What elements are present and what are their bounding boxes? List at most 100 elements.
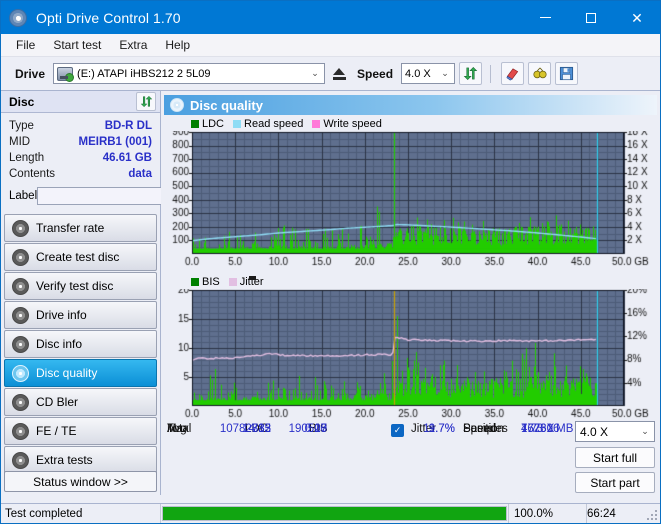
sidebar-item-disc-info[interactable]: Disc info bbox=[4, 330, 157, 358]
sidebar-nav: Transfer rate Create test disc Verify te… bbox=[1, 214, 160, 474]
close-icon: ✕ bbox=[631, 9, 643, 26]
options-button[interactable] bbox=[528, 62, 552, 85]
legend-item-jitter: Jitter bbox=[228, 276, 264, 288]
legend-swatch bbox=[312, 120, 321, 128]
menu-item-start-test[interactable]: Start test bbox=[44, 36, 110, 54]
sidebar-item-cd-bler[interactable]: CD Bler bbox=[4, 388, 157, 416]
close-button[interactable]: ✕ bbox=[614, 1, 660, 34]
drive-label: Drive bbox=[15, 66, 46, 81]
drive-select-value: (E:) ATAPI iHBS212 2 5L09 bbox=[77, 67, 211, 80]
sidebar-item-label: Create test disc bbox=[36, 250, 120, 264]
main-area: Disc Type BD-R DL MID MEIRB1 (001) Lengt… bbox=[1, 91, 660, 495]
progress-bar bbox=[162, 506, 507, 521]
ldc-chart-legend: LDC Read speed Write speed bbox=[165, 117, 656, 131]
progress-percent: 100.0% bbox=[508, 504, 586, 523]
chevron-down-icon: ⌄ bbox=[441, 68, 449, 78]
disc-row-value: BD-R DL bbox=[104, 120, 152, 132]
sidebar: Disc Type BD-R DL MID MEIRB1 (001) Lengt… bbox=[1, 91, 210, 495]
sidebar-item-drive-info[interactable]: Drive info bbox=[4, 301, 157, 329]
window-title: Opti Drive Control 1.70 bbox=[36, 9, 181, 26]
ldc-plot-canvas[interactable] bbox=[165, 131, 654, 269]
sidebar-item-transfer-rate[interactable]: Transfer rate bbox=[4, 214, 157, 242]
legend-swatch bbox=[228, 278, 237, 286]
sidebar-item-label: Disc info bbox=[36, 337, 83, 351]
eject-button[interactable] bbox=[329, 63, 349, 85]
bis-chart-legend: BIS Jitter bbox=[165, 275, 656, 289]
speed-select[interactable]: 4.0 X ⌄ bbox=[401, 63, 456, 84]
sidebar-item-disc-quality[interactable]: Disc quality bbox=[4, 359, 157, 387]
save-button[interactable] bbox=[555, 62, 579, 85]
disc-icon bbox=[12, 364, 29, 382]
menu-bar: File Start test Extra Help bbox=[1, 34, 660, 57]
disc-panel-header: Disc bbox=[1, 91, 160, 113]
disc-icon bbox=[12, 451, 29, 469]
sidebar-item-label: FE / TE bbox=[36, 424, 77, 438]
menu-item-file[interactable]: File bbox=[7, 36, 44, 54]
disc-row-key: Length bbox=[9, 152, 45, 164]
application-window: Opti Drive Control 1.70 ✕ File Start tes… bbox=[0, 0, 661, 524]
refresh-button[interactable] bbox=[459, 62, 483, 85]
stats-jitter-max: 11.7% bbox=[423, 423, 455, 435]
legend-swatch bbox=[233, 120, 242, 128]
sidebar-item-label: Disc quality bbox=[36, 366, 98, 380]
sidebar-item-fe-te[interactable]: FE / TE bbox=[4, 417, 157, 445]
disc-row-length: Length 46.61 GB bbox=[9, 150, 152, 166]
toolbar: Drive (E:) ATAPI iHBS212 2 5L09 ⌄ Speed … bbox=[1, 57, 660, 91]
chevron-down-icon: ⌄ bbox=[311, 68, 319, 78]
bis-jitter-chart: BIS Jitter bbox=[165, 275, 656, 421]
stats-bis-total: 190500 bbox=[288, 423, 327, 435]
stats-row-label-total: Total bbox=[167, 423, 192, 435]
drive-select[interactable]: (E:) ATAPI iHBS212 2 5L09 ⌄ bbox=[53, 63, 326, 84]
content-header: Disc quality bbox=[164, 95, 657, 115]
sidebar-item-label: CD Bler bbox=[36, 395, 79, 409]
maximize-icon bbox=[586, 12, 596, 23]
legend-label: Read speed bbox=[244, 118, 304, 130]
sidebar-item-create-test-disc[interactable]: Create test disc bbox=[4, 243, 157, 271]
disc-row-mid: MID MEIRB1 (001) bbox=[9, 134, 152, 150]
window-controls: ✕ bbox=[522, 1, 660, 34]
legend-label: BIS bbox=[202, 276, 220, 288]
start-full-button[interactable]: Start full bbox=[575, 447, 655, 468]
sidebar-item-extra-tests[interactable]: Extra tests bbox=[4, 446, 157, 474]
disc-icon bbox=[12, 248, 29, 266]
ldc-plot[interactable] bbox=[165, 131, 656, 269]
eraser-icon bbox=[506, 68, 518, 81]
minimize-button[interactable] bbox=[522, 1, 568, 34]
legend-label: Write speed bbox=[323, 118, 382, 130]
speed-label: Speed bbox=[357, 66, 394, 81]
status-window-button[interactable]: Status window >> bbox=[4, 471, 157, 492]
clear-button[interactable] bbox=[501, 62, 525, 85]
legend-label: LDC bbox=[202, 118, 225, 130]
progress-bar-fill bbox=[163, 507, 506, 520]
disc-row-value: MEIRB1 (001) bbox=[78, 136, 153, 148]
legend-item-write-speed: Write speed bbox=[312, 118, 382, 130]
speed-select-value: 4.0 X bbox=[405, 67, 431, 80]
menu-item-extra[interactable]: Extra bbox=[110, 36, 156, 54]
legend-swatch bbox=[191, 120, 199, 128]
sidebar-item-label: Drive info bbox=[36, 308, 87, 322]
maximize-button[interactable] bbox=[568, 1, 614, 34]
disc-icon bbox=[12, 335, 29, 353]
resize-grip-icon[interactable] bbox=[646, 509, 658, 521]
disc-icon bbox=[12, 422, 29, 440]
samples-stat-label: Samples bbox=[463, 423, 508, 435]
legend-item-read-speed: Read speed bbox=[233, 118, 303, 130]
disc-icon bbox=[12, 393, 29, 411]
menu-item-help[interactable]: Help bbox=[156, 36, 199, 54]
content-title: Disc quality bbox=[190, 97, 263, 113]
disc-row-value: data bbox=[128, 168, 152, 180]
start-part-button[interactable]: Start part bbox=[575, 472, 655, 493]
glasses-icon bbox=[532, 67, 547, 79]
toolbar-separator bbox=[490, 64, 492, 83]
samples-stat-value: 762606 bbox=[521, 423, 560, 435]
bis-plot[interactable] bbox=[165, 289, 656, 421]
test-speed-select[interactable]: 4.0 X ⌄ bbox=[575, 421, 655, 442]
sidebar-item-verify-test-disc[interactable]: Verify test disc bbox=[4, 272, 157, 300]
disc-refresh-button[interactable] bbox=[136, 92, 156, 111]
legend-item-ldc: LDC bbox=[191, 118, 224, 130]
bis-plot-canvas[interactable] bbox=[165, 289, 654, 421]
disc-label-row: Label bbox=[9, 185, 210, 206]
legend-item-bis: BIS bbox=[191, 276, 220, 288]
disc-icon bbox=[12, 306, 29, 324]
test-speed-value: 4.0 X bbox=[580, 424, 609, 439]
